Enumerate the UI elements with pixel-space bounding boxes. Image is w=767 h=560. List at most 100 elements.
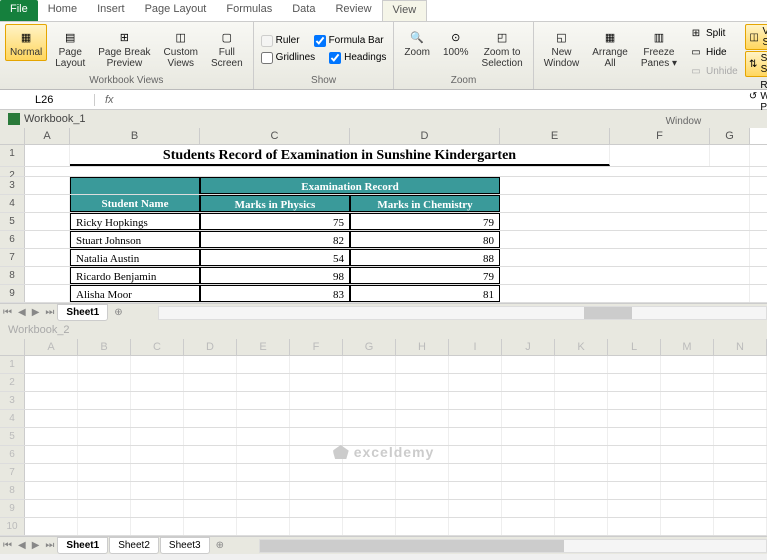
empty-cell[interactable] (131, 482, 184, 499)
name-box[interactable]: L26 (0, 94, 95, 106)
zoom-selection-button[interactable]: ◰Zoom to Selection (477, 24, 528, 72)
empty-cell[interactable] (502, 518, 555, 535)
empty-cell[interactable] (237, 374, 290, 391)
empty-cell[interactable] (237, 410, 290, 427)
chemistry-cell[interactable]: 81 (350, 285, 500, 302)
tab-nav-prev[interactable]: ◀ (15, 540, 29, 551)
col-header[interactable]: M (661, 339, 714, 355)
empty-cell[interactable] (555, 374, 608, 391)
row-header[interactable]: 5 (0, 428, 25, 445)
row-header[interactable]: 1 (0, 356, 25, 373)
empty-cell[interactable] (25, 374, 78, 391)
row-header[interactable]: 10 (0, 518, 25, 535)
zoom-100-button[interactable]: ⊙100% (438, 24, 474, 61)
custom-views-button[interactable]: ◫Custom Views (159, 24, 203, 72)
empty-cell[interactable] (502, 500, 555, 517)
empty-cell[interactable] (184, 446, 237, 463)
empty-cell[interactable] (290, 446, 343, 463)
empty-cell[interactable] (449, 374, 502, 391)
empty-cell[interactable] (237, 428, 290, 445)
empty-cell[interactable] (396, 374, 449, 391)
tab-file[interactable]: File (0, 0, 38, 21)
empty-cell[interactable] (502, 446, 555, 463)
row-header[interactable]: 9 (0, 500, 25, 517)
empty-cell[interactable] (714, 356, 767, 373)
empty-cell[interactable] (237, 518, 290, 535)
empty-cell[interactable] (502, 410, 555, 427)
horizontal-scrollbar[interactable] (259, 539, 767, 553)
col-header[interactable]: L (608, 339, 661, 355)
empty-cell[interactable] (78, 392, 131, 409)
col-header[interactable]: F (610, 128, 710, 144)
empty-cell[interactable] (237, 500, 290, 517)
empty-cell[interactable] (78, 464, 131, 481)
row-header[interactable]: 5 (0, 213, 25, 230)
empty-cell[interactable] (449, 464, 502, 481)
row-header[interactable]: 9 (0, 285, 25, 302)
empty-cell[interactable] (396, 464, 449, 481)
sheet-tab[interactable]: Sheet3 (160, 537, 210, 554)
empty-cell[interactable] (78, 374, 131, 391)
empty-cell[interactable] (78, 500, 131, 517)
tab-nav-last[interactable]: ⏭ (42, 307, 57, 318)
empty-cell[interactable] (343, 374, 396, 391)
headings-checkbox[interactable] (329, 52, 341, 64)
empty-cell[interactable] (237, 482, 290, 499)
formula-bar-checkbox[interactable] (314, 35, 326, 47)
student-name-cell[interactable]: Ricky Hopkings (70, 213, 200, 230)
empty-cell[interactable] (25, 410, 78, 427)
empty-cell[interactable] (184, 500, 237, 517)
empty-cell[interactable] (502, 428, 555, 445)
empty-cell[interactable] (555, 392, 608, 409)
empty-cell[interactable] (608, 410, 661, 427)
empty-cell[interactable] (131, 374, 184, 391)
empty-cell[interactable] (131, 356, 184, 373)
empty-cell[interactable] (661, 518, 714, 535)
empty-cell[interactable] (714, 392, 767, 409)
student-name-cell[interactable]: Stuart Johnson (70, 231, 200, 248)
sheet-tab[interactable]: Sheet1 (57, 304, 108, 321)
chemistry-cell[interactable]: 88 (350, 249, 500, 266)
workbook2-header[interactable]: Workbook_2 (0, 321, 767, 339)
col-header[interactable]: A (25, 339, 78, 355)
chemistry-cell[interactable]: 79 (350, 267, 500, 284)
gridlines-checkbox[interactable] (261, 52, 273, 64)
physics-cell[interactable]: 98 (200, 267, 350, 284)
empty-cell[interactable] (661, 410, 714, 427)
empty-cell[interactable] (343, 428, 396, 445)
empty-cell[interactable] (290, 482, 343, 499)
empty-cell[interactable] (449, 392, 502, 409)
empty-cell[interactable] (396, 500, 449, 517)
physics-cell[interactable]: 82 (200, 231, 350, 248)
tab-nav-next[interactable]: ▶ (29, 540, 43, 551)
empty-cell[interactable] (184, 464, 237, 481)
empty-cell[interactable] (396, 410, 449, 427)
empty-cell[interactable] (502, 464, 555, 481)
col-header[interactable]: H (396, 339, 449, 355)
reset-window-position-button[interactable]: ↺Reset Window Position (745, 78, 767, 115)
fx-icon[interactable]: fx (95, 94, 124, 106)
empty-cell[interactable] (343, 500, 396, 517)
empty-cell[interactable] (131, 410, 184, 427)
empty-cell[interactable] (714, 410, 767, 427)
empty-cell[interactable] (25, 464, 78, 481)
empty-cell[interactable] (343, 464, 396, 481)
empty-cell[interactable] (343, 482, 396, 499)
physics-cell[interactable]: 54 (200, 249, 350, 266)
col-header[interactable]: B (70, 128, 200, 144)
row-header[interactable]: 2 (0, 167, 25, 176)
empty-cell[interactable] (661, 482, 714, 499)
row-header[interactable]: 7 (0, 464, 25, 481)
empty-cell[interactable] (25, 446, 78, 463)
empty-cell[interactable] (184, 482, 237, 499)
empty-cell[interactable] (25, 482, 78, 499)
empty-cell[interactable] (184, 518, 237, 535)
empty-cell[interactable] (184, 392, 237, 409)
empty-cell[interactable] (608, 446, 661, 463)
new-sheet-icon[interactable]: ⊕ (109, 307, 127, 318)
chemistry-cell[interactable]: 80 (350, 231, 500, 248)
tab-formulas[interactable]: Formulas (216, 0, 282, 21)
empty-cell[interactable] (661, 446, 714, 463)
tab-insert[interactable]: Insert (87, 0, 135, 21)
empty-cell[interactable] (714, 482, 767, 499)
